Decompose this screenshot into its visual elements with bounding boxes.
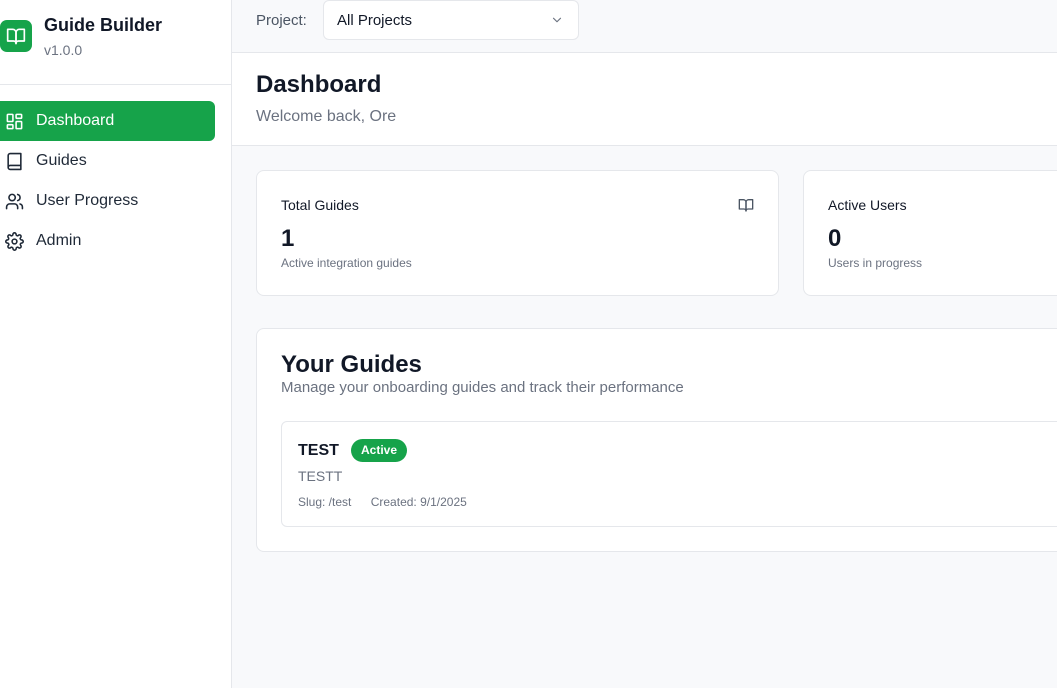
- gear-icon: [5, 231, 24, 251]
- guide-created: Created: 9/1/2025: [370, 495, 467, 509]
- stat-card-total-guides: Total Guides 1 Active integration guides: [256, 170, 779, 296]
- stat-title: Active Users: [828, 197, 907, 213]
- sidebar-item-dashboard[interactable]: Dashboard: [0, 101, 215, 141]
- project-select[interactable]: All Projects: [323, 0, 579, 40]
- users-icon: [5, 192, 24, 211]
- page-header: Dashboard Welcome back, Ore: [232, 53, 1057, 146]
- stat-value: 1: [281, 225, 295, 252]
- topbar: Project: All Projects: [232, 0, 1057, 53]
- guide-name: TEST: [298, 442, 339, 459]
- sidebar-item-admin[interactable]: Admin: [0, 221, 215, 261]
- sidebar: Guide Builder v1.0.0 Dashboard Guides Us…: [0, 0, 232, 688]
- chevron-down-icon: [552, 17, 562, 23]
- sidebar-item-label: Admin: [36, 232, 82, 249]
- dashboard-grid-icon: [5, 112, 24, 131]
- guide-meta: Slug: /test Created: 9/1/2025: [298, 495, 483, 509]
- stat-value: 0: [828, 225, 842, 252]
- book-open-icon: [0, 20, 32, 52]
- book-icon: [5, 152, 24, 171]
- page-title: Dashboard: [256, 71, 382, 98]
- guide-slug: Slug: /test: [298, 495, 352, 509]
- guides-subtitle: Manage your onboarding guides and track …: [281, 379, 684, 396]
- app-version: v1.0.0: [44, 42, 83, 58]
- sidebar-nav: Dashboard Guides User Progress Admin: [0, 101, 215, 261]
- stat-description: Active integration guides: [281, 256, 412, 270]
- project-select-value: All Projects: [337, 11, 413, 29]
- page-subtitle: Welcome back, Ore: [256, 108, 397, 125]
- sidebar-item-label: Guides: [36, 152, 87, 169]
- stat-card-active-users: Active Users 0 Users in progress: [803, 170, 1057, 296]
- sidebar-item-user-progress[interactable]: User Progress: [0, 181, 215, 221]
- sidebar-item-label: Dashboard: [36, 112, 115, 129]
- status-badge: Active: [351, 439, 408, 462]
- brand: Guide Builder v1.0.0: [0, 0, 231, 85]
- sidebar-item-guides[interactable]: Guides: [0, 141, 215, 181]
- guides-card: Your Guides Manage your onboarding guide…: [256, 328, 1057, 552]
- guide-description: TESTT: [298, 468, 343, 484]
- app-title: Guide Builder: [44, 15, 163, 35]
- stat-description: Users in progress: [828, 256, 923, 270]
- stat-title: Total Guides: [281, 197, 359, 213]
- book-open-icon: [738, 199, 754, 212]
- guides-title: Your Guides: [281, 351, 422, 378]
- guide-list-item[interactable]: TEST Active TESTT Slug: /test Created: 9…: [281, 421, 1057, 527]
- project-label: Project:: [256, 12, 307, 29]
- sidebar-item-label: User Progress: [36, 192, 139, 209]
